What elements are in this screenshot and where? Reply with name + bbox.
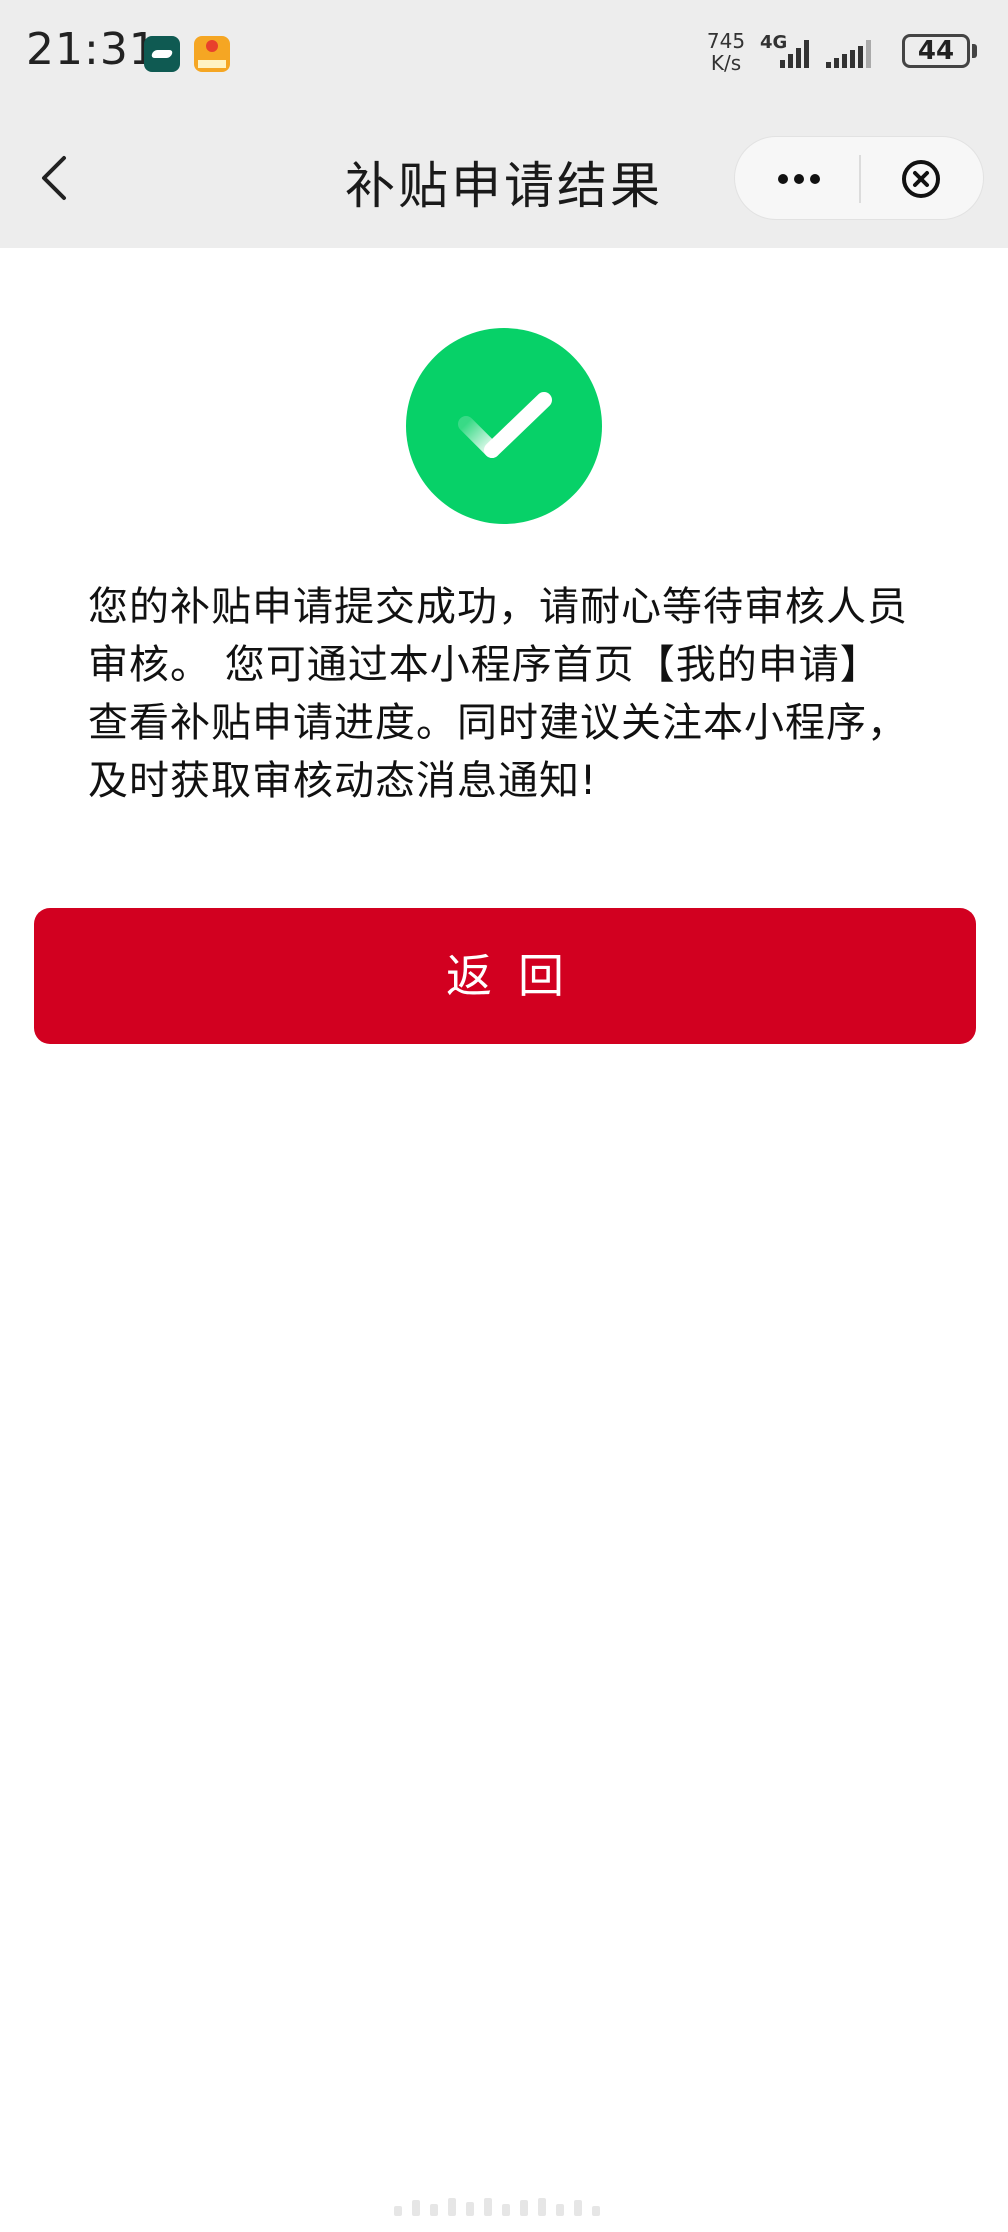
app-notification-icon [194, 36, 230, 72]
status-time: 21:31 [26, 24, 158, 75]
result-content: 您的补贴申请提交成功，请耐心等待审核人员审核。 您可通过本小程序首页【我的申请】… [0, 248, 1008, 2232]
back-button[interactable] [28, 148, 88, 208]
cellular-signal-icon [824, 28, 888, 72]
page-title: 补贴申请结果 [345, 157, 663, 215]
battery-tip [972, 44, 977, 58]
cellular-signal-icon: 4G [760, 28, 812, 72]
navigation-bar: 补贴申请结果 [0, 110, 1008, 248]
network-speed-unit: K/s [710, 51, 742, 75]
mini-program-capsule [734, 136, 984, 220]
close-circle-icon [902, 160, 940, 198]
home-indicator [394, 2196, 614, 2216]
network-speed-value: 745 [706, 29, 746, 53]
more-button[interactable] [749, 147, 849, 211]
result-message: 您的补贴申请提交成功，请耐心等待审核人员审核。 您可通过本小程序首页【我的申请】… [88, 584, 908, 804]
chevron-left-icon [42, 156, 66, 200]
battery-level: 44 [917, 36, 955, 66]
check-circle-icon [406, 328, 602, 524]
more-dots-icon [778, 174, 820, 184]
return-button[interactable]: 返回 [34, 908, 976, 1044]
network-speed: 745 K/s [704, 30, 748, 74]
app-notification-icon [144, 36, 180, 72]
network-type: 4G [760, 32, 788, 53]
status-bar: 21:31 745 K/s 4G 44 [0, 0, 1008, 110]
battery-icon: 44 [902, 34, 970, 68]
capsule-divider [859, 155, 861, 203]
close-button[interactable] [871, 147, 971, 211]
